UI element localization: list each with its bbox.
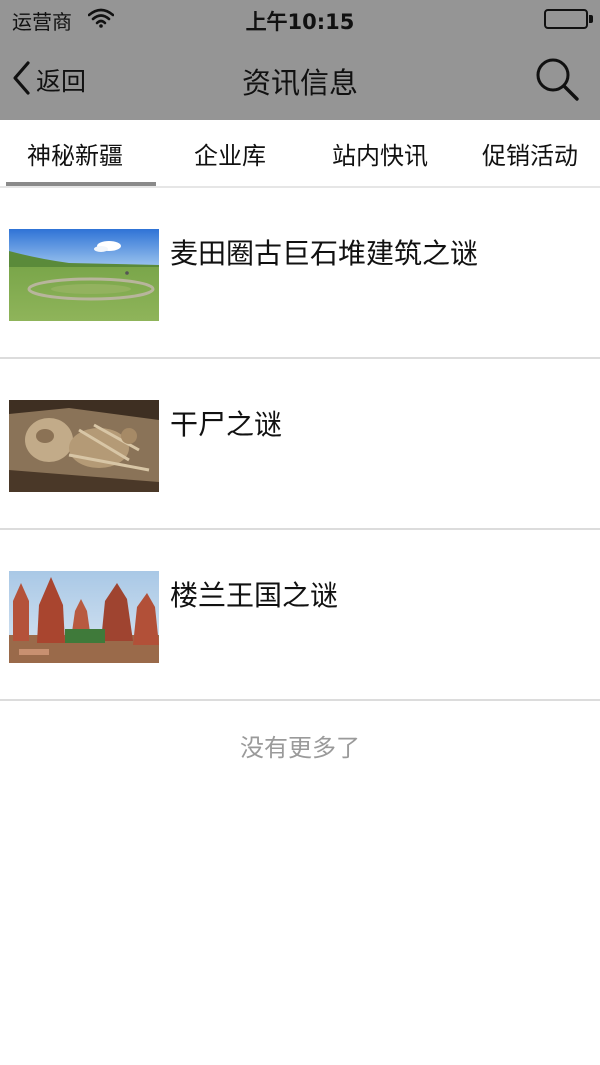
battery-icon: [544, 9, 588, 29]
article-title: 干尸之谜: [170, 408, 283, 441]
search-button[interactable]: [534, 56, 580, 102]
article-title: 麦田圈古巨石堆建筑之谜: [170, 237, 479, 270]
ancient-temples-photo: [9, 571, 159, 663]
list-item[interactable]: 楼兰王国之谜: [0, 530, 600, 701]
tab-label: 神秘新疆: [27, 141, 123, 170]
nav-bar: 返回 资讯信息: [0, 40, 600, 120]
list-item[interactable]: 麦田圈古巨石堆建筑之谜: [0, 188, 600, 359]
search-icon: [534, 58, 580, 106]
list-item[interactable]: 干尸之谜: [0, 359, 600, 530]
article-title: 楼兰王国之谜: [170, 579, 339, 612]
tab-enterprise-library[interactable]: 企业库: [155, 120, 305, 186]
battery-cap: [589, 15, 593, 23]
page-title: 资讯信息: [241, 66, 358, 100]
no-more-label: 没有更多了: [240, 734, 360, 762]
status-bar: 运营商 上午10:15: [0, 0, 600, 40]
tab-mysterious-xinjiang[interactable]: 神秘新疆: [0, 120, 156, 186]
status-time: 上午10:15: [245, 10, 355, 34]
tab-promotions[interactable]: 促销活动: [455, 120, 600, 186]
article-list: 麦田圈古巨石堆建筑之谜 干尸之谜 楼兰王国之谜: [0, 188, 600, 701]
tab-site-news[interactable]: 站内快讯: [305, 120, 455, 186]
tab-label: 企业库: [194, 141, 266, 170]
active-tab-indicator: [6, 182, 156, 186]
tab-label: 站内快讯: [332, 141, 428, 170]
grassland-stone-circle-photo: [9, 229, 159, 321]
tab-label: 促销活动: [482, 141, 578, 170]
category-tabs: 神秘新疆 企业库 站内快讯 促销活动: [0, 120, 600, 188]
mummy-photo: [9, 400, 159, 492]
